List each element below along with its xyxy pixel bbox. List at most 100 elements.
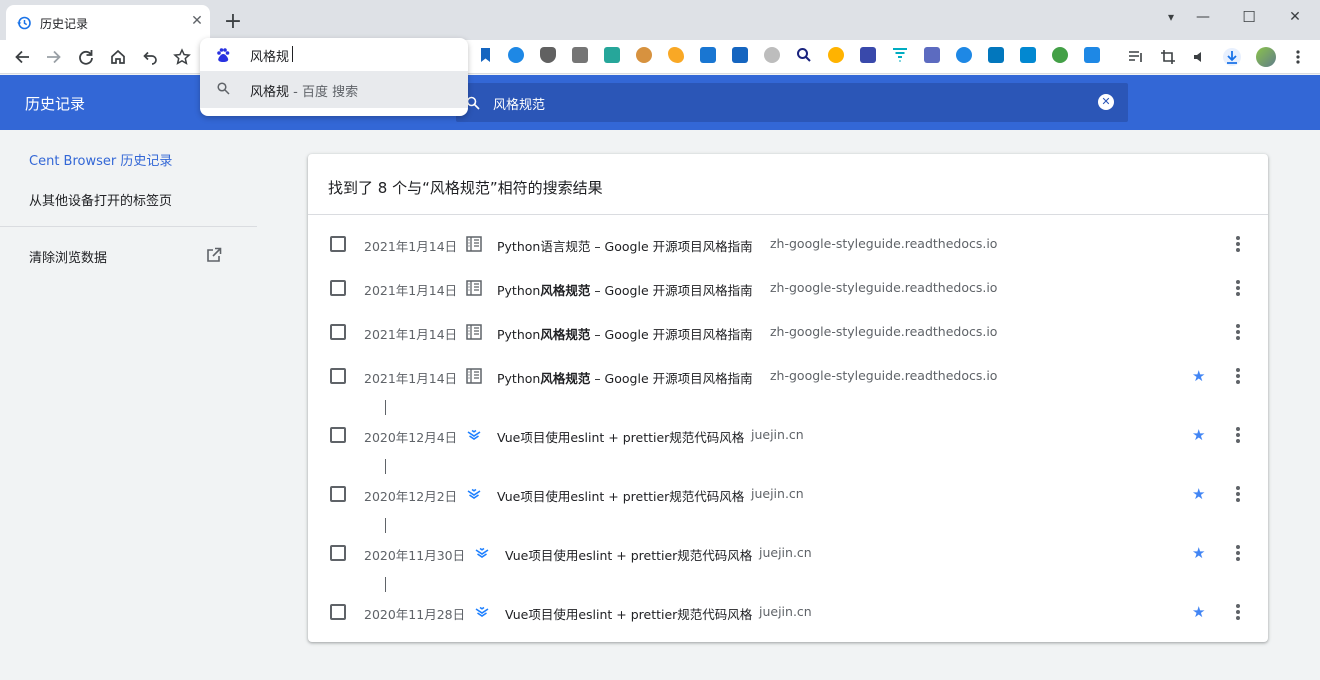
omnibox-input-row[interactable]: 风格规 bbox=[200, 38, 468, 72]
share-extension-icon[interactable] bbox=[956, 47, 972, 63]
row-more-actions-icon[interactable] bbox=[1232, 278, 1244, 298]
row-title-link[interactable]: Vue项目使用eslint + prettier规范代码风格 bbox=[497, 427, 744, 446]
results-summary: 找到了 8 个与“风格规范”相符的搜索结果 bbox=[328, 179, 603, 197]
row-checkbox[interactable] bbox=[330, 604, 346, 620]
sidebar-item-synced-tabs[interactable]: 从其他设备打开的标签页 bbox=[29, 190, 172, 209]
crop-icon[interactable] bbox=[1156, 45, 1180, 69]
table-row[interactable]: 2020年11月28日 Vue项目使用eslint + prettier规范代码风… bbox=[308, 592, 1268, 632]
row-more-actions-icon[interactable] bbox=[1232, 602, 1244, 622]
table-row[interactable]: 2021年1月14日 Python语言规范 – Google 开源项目风格指南 zh… bbox=[308, 224, 1268, 264]
download-icon[interactable] bbox=[1220, 45, 1244, 69]
user-extension-icon[interactable] bbox=[924, 47, 940, 63]
row-title-suffix: – Google 开源项目风格指南 bbox=[590, 283, 753, 298]
row-checkbox[interactable] bbox=[330, 427, 346, 443]
sidebar-item-history[interactable]: Cent Browser 历史记录 bbox=[29, 150, 172, 169]
row-title-link[interactable]: Vue项目使用eslint + prettier规范代码风格 bbox=[497, 486, 744, 505]
sidebar-item-clear-data[interactable]: 清除浏览数据 bbox=[29, 247, 107, 266]
row-date: 2021年1月14日 bbox=[364, 239, 458, 254]
row-title-match: 语言规范 bbox=[540, 239, 591, 254]
browser-menu-icon[interactable] bbox=[1286, 45, 1310, 69]
search-extension-icon[interactable] bbox=[796, 47, 812, 63]
stylus-icon[interactable] bbox=[604, 47, 620, 63]
row-checkbox[interactable] bbox=[330, 280, 346, 296]
extension-globe-icon[interactable] bbox=[508, 47, 524, 63]
reload-icon[interactable] bbox=[74, 45, 98, 69]
tab-search-dropdown-icon[interactable]: ▾ bbox=[1158, 6, 1184, 28]
translate-extension-icon[interactable] bbox=[828, 47, 844, 63]
history-search-field[interactable]: 风格规范 ✕ bbox=[456, 83, 1128, 122]
table-row[interactable]: 2021年1月14日 Python风格规范 – Google 开源项目风格指南 zh… bbox=[308, 356, 1268, 396]
row-domain: juejin.cn bbox=[759, 545, 812, 560]
apps-extension-icon[interactable] bbox=[1084, 47, 1100, 63]
row-checkbox[interactable] bbox=[330, 236, 346, 252]
row-more-actions-icon[interactable] bbox=[1232, 322, 1244, 342]
row-more-actions-icon[interactable] bbox=[1232, 484, 1244, 504]
avatar[interactable] bbox=[1254, 45, 1278, 69]
bookmark-star-icon[interactable] bbox=[170, 45, 194, 69]
row-title-link[interactable]: Python风格规范 – Google 开源项目风格指南 bbox=[497, 368, 753, 387]
row-domain: juejin.cn bbox=[759, 604, 812, 619]
cookie-icon[interactable] bbox=[636, 47, 652, 63]
tampermonkey-icon[interactable] bbox=[668, 47, 684, 63]
tab-manager-icon[interactable] bbox=[572, 47, 588, 63]
open-in-new-icon[interactable] bbox=[206, 247, 222, 263]
new-tab-button[interactable]: + bbox=[222, 11, 244, 34]
row-title-link[interactable]: Python语言规范 – Google 开源项目风格指南 bbox=[497, 236, 753, 255]
bookmarked-star-icon[interactable]: ★ bbox=[1192, 427, 1208, 443]
row-checkbox[interactable] bbox=[330, 486, 346, 502]
omnibox-suggestion[interactable]: 风格规 - 百度 搜索 bbox=[200, 71, 468, 108]
tab-close-icon[interactable]: ✕ bbox=[188, 12, 206, 30]
bookmarked-star-icon[interactable]: ★ bbox=[1192, 486, 1208, 502]
history-header: 历史记录 风格规范 ✕ bbox=[0, 75, 1320, 130]
readthedocs-book-icon bbox=[466, 236, 482, 252]
row-title-prefix: Python bbox=[497, 371, 541, 386]
row-title-link[interactable]: Vue项目使用eslint + prettier规范代码风格 bbox=[505, 545, 752, 564]
row-more-actions-icon[interactable] bbox=[1232, 366, 1244, 386]
omnibox-input[interactable]: 风格规 bbox=[250, 46, 289, 65]
table-row[interactable]: 2020年11月30日 Vue项目使用eslint + prettier规范代码风… bbox=[308, 533, 1268, 573]
mk-extension-icon[interactable] bbox=[1020, 47, 1036, 63]
row-checkbox[interactable] bbox=[330, 545, 346, 561]
close-window-button[interactable]: ✕ bbox=[1282, 6, 1308, 28]
home-icon[interactable] bbox=[106, 45, 130, 69]
tab-history[interactable]: 历史记录 ✕ bbox=[6, 5, 210, 40]
chat-extension-icon[interactable] bbox=[700, 47, 716, 63]
bookmarked-star-icon[interactable]: ★ bbox=[1192, 604, 1208, 620]
maximize-button[interactable]: ☐ bbox=[1236, 6, 1262, 28]
row-title-link[interactable]: Python风格规范 – Google 开源项目风格指南 bbox=[497, 280, 753, 299]
bookmarked-star-icon[interactable]: ★ bbox=[1192, 368, 1208, 384]
table-row[interactable]: 2020年12月4日 Vue项目使用eslint + prettier规范代码风格… bbox=[308, 415, 1268, 455]
skype-extension-icon[interactable] bbox=[988, 47, 1004, 63]
bookmarked-star-icon[interactable]: ★ bbox=[1192, 545, 1208, 561]
search-input[interactable]: 风格规范 bbox=[493, 94, 545, 113]
forward-icon[interactable] bbox=[42, 45, 66, 69]
table-row[interactable]: 2021年1月14日 Python风格规范 – Google 开源项目风格指南 zh… bbox=[308, 268, 1268, 308]
row-title-prefix: Vue项目使用eslint + prettier规范代码风格 bbox=[505, 548, 753, 563]
row-more-actions-icon[interactable] bbox=[1232, 425, 1244, 445]
row-domain: zh-google-styleguide.readthedocs.io bbox=[770, 368, 998, 383]
shield-extension-icon[interactable] bbox=[764, 47, 780, 63]
back-icon[interactable] bbox=[10, 45, 34, 69]
undo-close-tab-icon[interactable] bbox=[138, 45, 162, 69]
row-more-actions-icon[interactable] bbox=[1232, 543, 1244, 563]
zhihu-extension-icon[interactable] bbox=[732, 47, 748, 63]
minimize-button[interactable]: — bbox=[1190, 6, 1216, 28]
clear-search-icon[interactable]: ✕ bbox=[1098, 94, 1114, 110]
row-more-actions-icon[interactable] bbox=[1232, 234, 1244, 254]
ublock-icon[interactable] bbox=[540, 47, 556, 63]
bookmark-extension-icon[interactable] bbox=[477, 47, 493, 63]
capture-extension-icon[interactable] bbox=[860, 47, 876, 63]
history-results-card: 找到了 8 个与“风格规范”相符的搜索结果 2021年1月14日 Python语言… bbox=[308, 154, 1268, 642]
table-row[interactable]: 2021年1月14日 Python风格规范 – Google 开源项目风格指南 zh… bbox=[308, 312, 1268, 352]
row-checkbox[interactable] bbox=[330, 368, 346, 384]
table-row[interactable]: 2020年12月2日 Vue项目使用eslint + prettier规范代码风格… bbox=[308, 474, 1268, 514]
globe-extension-icon[interactable] bbox=[1052, 47, 1068, 63]
filter-extension-icon[interactable] bbox=[892, 47, 908, 63]
row-title-link[interactable]: Python风格规范 – Google 开源项目风格指南 bbox=[497, 324, 753, 343]
reading-list-icon[interactable] bbox=[1124, 45, 1148, 69]
row-title-link[interactable]: Vue项目使用eslint + prettier规范代码风格 bbox=[505, 604, 752, 623]
row-date: 2021年1月14日 bbox=[364, 283, 458, 298]
mute-icon[interactable] bbox=[1188, 45, 1212, 69]
row-checkbox[interactable] bbox=[330, 324, 346, 340]
row-title-match: 风格规范 bbox=[540, 371, 591, 386]
